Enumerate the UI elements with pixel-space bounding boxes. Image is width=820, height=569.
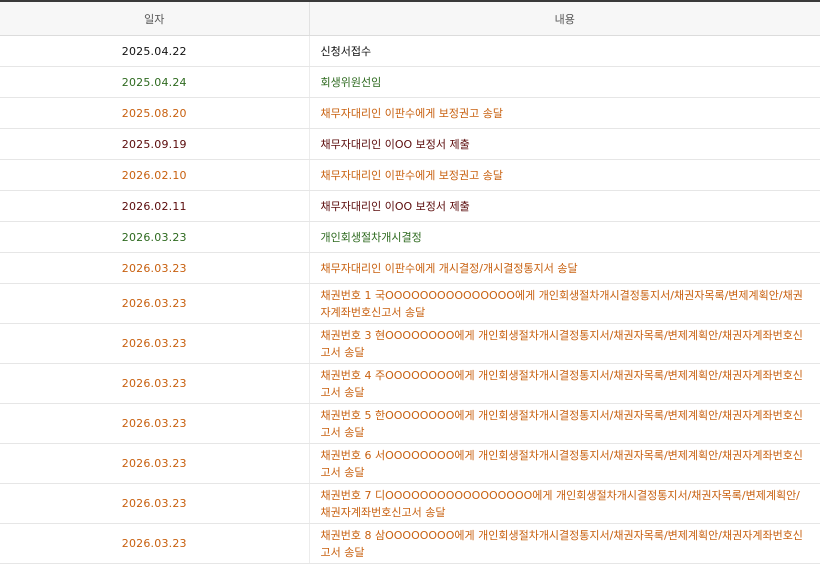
table-header: 일자 내용 (0, 1, 820, 36)
table-row: 2026.03.23 채무자대리인 이판수에게 개시결정/개시결정통지서 송달 (0, 252, 820, 284)
row-content: 채무자대리인 이OO 보정서 제출 (309, 128, 820, 160)
row-content: 회생위원선임 (309, 66, 820, 98)
row-date: 2026.03.23 (0, 363, 310, 404)
case-progress-page: 일자 내용 2025.04.22 신청서접수 2025.04.24 회생위원선임 202… (0, 0, 820, 569)
row-date: 2025.08.20 (0, 97, 310, 129)
row-content: 신청서접수 (309, 35, 820, 67)
table-row: 2025.09.19 채무자대리인 이OO 보정서 제출 (0, 128, 820, 160)
column-header-content: 내용 (309, 1, 820, 36)
table-row: 2025.04.22 신청서접수 (0, 35, 820, 67)
row-date: 2026.03.23 (0, 252, 310, 284)
row-content: 채권번호 6 서OOOOOOOO에게 개인회생절차개시결정통지서/채권자목록/변… (309, 443, 820, 484)
table-body: 2025.04.22 신청서접수 2025.04.24 회생위원선임 2025.08.2… (0, 35, 820, 564)
table-row: 2026.02.11 채무자대리인 이OO 보정서 제출 (0, 190, 820, 222)
case-progress-table: 일자 내용 2025.04.22 신청서접수 2025.04.24 회생위원선임 202… (0, 0, 820, 564)
row-content: 채권번호 7 디OOOOOOOOOOOOOOOOO에게 개인회생절차개시결정통지… (309, 483, 820, 524)
table-row: 2026.03.23 채권번호 6 서OOOOOOOO에게 개인회생절차개시결정통… (0, 443, 820, 484)
row-content: 채무자대리인 이OO 보정서 제출 (309, 190, 820, 222)
table-row: 2026.03.23 채권번호 1 국OOOOOOOOOOOOOOO에게 개인회생… (0, 283, 820, 324)
table-row: 2026.03.23 채권번호 5 한OOOOOOOO에게 개인회생절차개시결정통… (0, 403, 820, 444)
row-date: 2026.03.23 (0, 483, 310, 524)
table-row: 2026.03.23 채권번호 4 주OOOOOOOO에게 개인회생절차개시결정통… (0, 363, 820, 404)
table-row: 2026.03.23 채권번호 3 현OOOOOOOO에게 개인회생절차개시결정통… (0, 323, 820, 364)
row-date: 2025.09.19 (0, 128, 310, 160)
table-row: 2026.02.10 채무자대리인 이판수에게 보정권고 송달 (0, 159, 820, 191)
row-content: 채권번호 3 현OOOOOOOO에게 개인회생절차개시결정통지서/채권자목록/변… (309, 323, 820, 364)
row-content: 채무자대리인 이판수에게 보정권고 송달 (309, 97, 820, 129)
header-row: 일자 내용 (0, 1, 820, 36)
table-row: 2025.04.24 회생위원선임 (0, 66, 820, 98)
table-row: 2025.08.20 채무자대리인 이판수에게 보정권고 송달 (0, 97, 820, 129)
row-content: 채무자대리인 이판수에게 보정권고 송달 (309, 159, 820, 191)
row-date: 2026.03.23 (0, 221, 310, 253)
table-row: 2026.03.23 채권번호 8 삼OOOOOOOO에게 개인회생절차개시결정통… (0, 523, 820, 564)
row-date: 2025.04.22 (0, 35, 310, 67)
row-content: 채권번호 4 주OOOOOOOO에게 개인회생절차개시결정통지서/채권자목록/변… (309, 363, 820, 404)
table-row: 2026.03.23 채권번호 7 디OOOOOOOOOOOOOOOOO에게 개인… (0, 483, 820, 524)
row-content: 채권번호 1 국OOOOOOOOOOOOOOO에게 개인회생절차개시결정통지서/… (309, 283, 820, 324)
row-content: 채권번호 8 삼OOOOOOOO에게 개인회생절차개시결정통지서/채권자목록/변… (309, 523, 820, 564)
row-date: 2026.03.23 (0, 403, 310, 444)
table-row: 2026.03.23 개인회생절차개시결정 (0, 221, 820, 253)
row-content: 채권번호 5 한OOOOOOOO에게 개인회생절차개시결정통지서/채권자목록/변… (309, 403, 820, 444)
row-date: 2026.02.10 (0, 159, 310, 191)
row-content: 개인회생절차개시결정 (309, 221, 820, 253)
row-date: 2026.03.23 (0, 283, 310, 324)
row-date: 2026.03.23 (0, 443, 310, 484)
column-header-date: 일자 (0, 1, 310, 36)
row-content: 채무자대리인 이판수에게 개시결정/개시결정통지서 송달 (309, 252, 820, 284)
row-date: 2026.03.23 (0, 323, 310, 364)
row-date: 2025.04.24 (0, 66, 310, 98)
row-date: 2026.02.11 (0, 190, 310, 222)
row-date: 2026.03.23 (0, 523, 310, 564)
